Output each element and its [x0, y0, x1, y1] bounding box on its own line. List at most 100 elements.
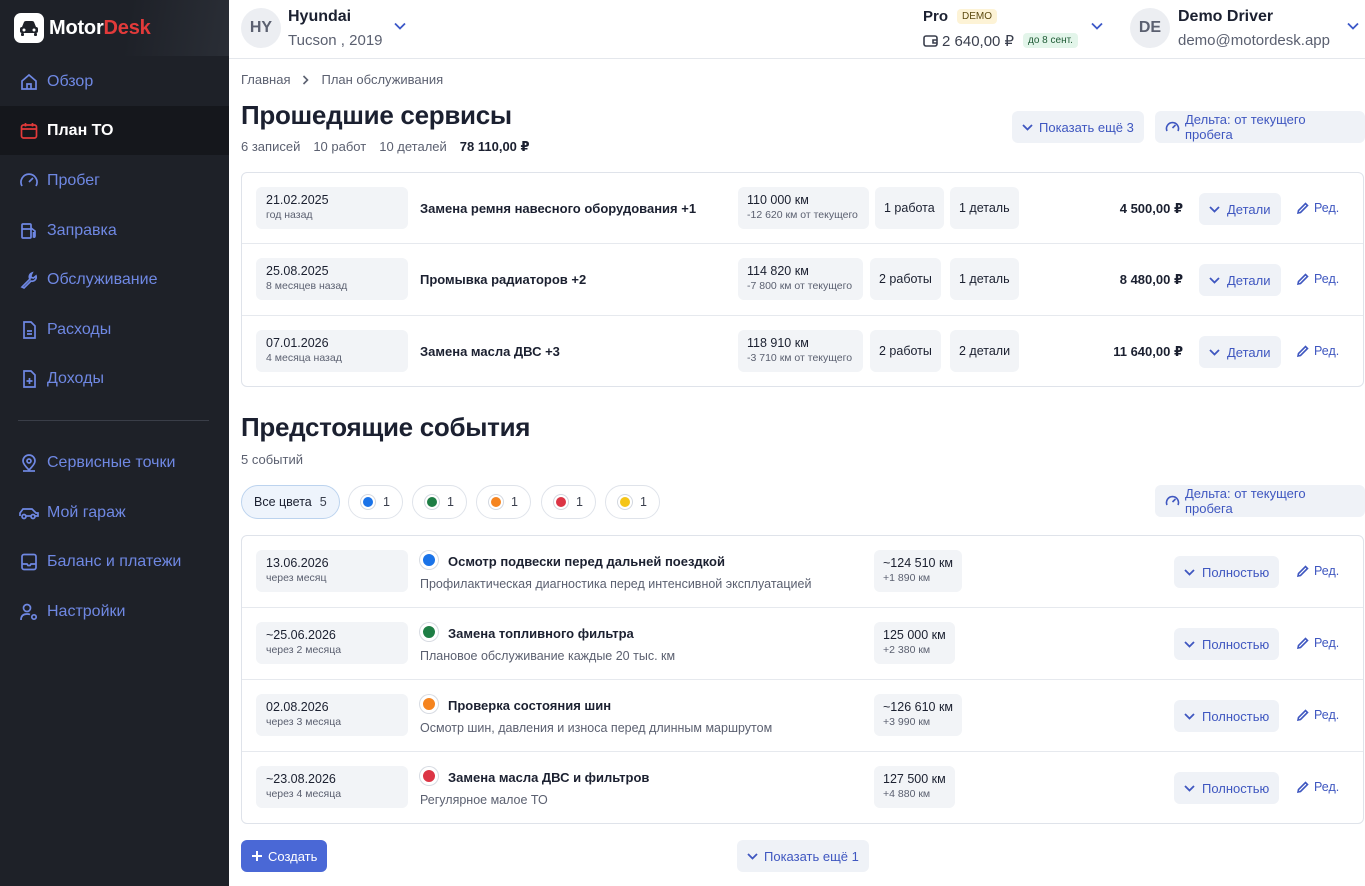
delta-mode-button[interactable]: Дельта: от текущего пробега	[1155, 485, 1365, 517]
filter-color-orange[interactable]: 1	[476, 485, 531, 519]
calendar-icon	[18, 120, 40, 142]
service-title: Замена ремня навесного оборудования +1	[420, 201, 697, 216]
edit-button[interactable]: Ред.	[1296, 780, 1339, 794]
pencil-icon	[1296, 201, 1310, 215]
fuel-icon	[18, 220, 40, 242]
sidebar-item-label: Расходы	[47, 320, 112, 338]
event-mileage: 125 000 км +2 380 км	[874, 622, 955, 664]
breadcrumb-home[interactable]: Главная	[241, 72, 290, 87]
parts-pill: 1 деталь	[950, 258, 1019, 300]
sidebar-item-settings[interactable]: Настройки	[0, 587, 229, 636]
table-row[interactable]: 21.02.2025 год назад Замена ремня навесн…	[242, 173, 1363, 244]
balance-amount: 2 640,00 ₽	[942, 33, 1015, 50]
parts-pill: 1 деталь	[950, 187, 1019, 229]
expand-button[interactable]: Полностью	[1174, 556, 1280, 588]
sidebar-item-overview[interactable]: Обзор	[0, 57, 229, 106]
details-button[interactable]: Детали	[1199, 336, 1281, 368]
filter-color-yellow[interactable]: 1	[605, 485, 660, 519]
list-item[interactable]: 02.08.2026 через 3 месяца Проверка состо…	[242, 680, 1363, 752]
event-description: Осмотр шин, давления и износа перед длин…	[420, 721, 773, 735]
edit-button[interactable]: Ред.	[1296, 272, 1339, 286]
edit-button[interactable]: Ред.	[1296, 564, 1339, 578]
sidebar-item-service-points[interactable]: Сервисные точки	[0, 438, 229, 487]
delta-mode-button[interactable]: Дельта: от текущего пробега	[1155, 111, 1365, 143]
upcoming-events-list: 13.06.2026 через месяц Осмотр подвески п…	[241, 535, 1364, 824]
edit-button[interactable]: Ред.	[1296, 708, 1339, 722]
plus-icon	[251, 850, 263, 862]
home-icon	[18, 71, 40, 93]
filter-color-green[interactable]: 1	[412, 485, 467, 519]
color-dot	[489, 495, 503, 509]
sidebar-item-garage[interactable]: Мой гараж	[0, 488, 229, 537]
past-services-stats: 6 записей 10 работ 10 деталей 78 110,00 …	[241, 139, 530, 155]
event-color-dot	[420, 623, 438, 641]
works-pill: 1 работа	[875, 187, 944, 229]
pencil-icon	[1296, 636, 1310, 650]
chevron-down-icon	[1022, 123, 1033, 131]
sidebar-item-income[interactable]: Доходы	[0, 354, 229, 403]
edit-button[interactable]: Ред.	[1296, 636, 1339, 650]
event-date: ~25.06.2026 через 2 месяца	[256, 622, 408, 664]
event-mileage: ~124 510 км +1 890 км	[874, 550, 963, 592]
sidebar-item-expenses[interactable]: Расходы	[0, 305, 229, 354]
sidebar-item-balance[interactable]: Баланс и платежи	[0, 537, 229, 586]
show-more-past-button[interactable]: Показать ещё 3	[1012, 111, 1144, 143]
list-item[interactable]: ~25.06.2026 через 2 месяца Замена топлив…	[242, 608, 1363, 680]
sidebar-divider	[18, 420, 209, 421]
service-mileage: 118 910 км -3 710 км от текущего	[738, 330, 863, 372]
user-name: Demo Driver	[1178, 8, 1274, 25]
chevron-down-icon	[1184, 640, 1195, 648]
pencil-icon	[1296, 564, 1310, 578]
sidebar-item-label: План ТО	[47, 121, 114, 139]
color-dot	[425, 495, 439, 509]
event-mileage: 127 500 км +4 880 км	[874, 766, 955, 808]
gauge-icon	[1165, 494, 1180, 508]
expand-button[interactable]: Полностью	[1174, 700, 1280, 732]
edit-button[interactable]: Ред.	[1296, 201, 1339, 215]
works-count: 10 работ	[313, 139, 367, 154]
list-item[interactable]: ~23.08.2026 через 4 месяца Замена масла …	[242, 752, 1363, 824]
list-item[interactable]: 13.06.2026 через месяц Осмотр подвески п…	[242, 536, 1363, 608]
sidebar: MotorDesk Обзор План ТО Пробег Заправка …	[0, 0, 229, 886]
expand-button[interactable]: Полностью	[1174, 772, 1280, 804]
gauge-icon	[1165, 120, 1180, 134]
sidebar-item-label: Настройки	[47, 602, 126, 620]
service-mileage: 114 820 км -7 800 км от текущего	[738, 258, 863, 300]
chevron-down-icon[interactable]	[1091, 22, 1103, 30]
filter-all-colors[interactable]: Все цвета 5	[241, 485, 340, 519]
details-button[interactable]: Детали	[1199, 193, 1281, 225]
chevron-down-icon[interactable]	[1347, 22, 1359, 30]
wrench-icon	[18, 269, 40, 291]
service-price: 4 500,00 ₽	[1119, 201, 1183, 216]
edit-button[interactable]: Ред.	[1296, 344, 1339, 358]
table-row[interactable]: 25.08.2025 8 месяцев назад Промывка ради…	[242, 244, 1363, 316]
upcoming-events-title: Предстоящие события	[241, 412, 531, 442]
records-count: 6 записей	[241, 139, 301, 154]
top-bar: HY Hyundai Tucson , 2019 Pro DEMO 2 640,…	[229, 0, 1365, 59]
car-model: Tucson , 2019	[288, 32, 383, 49]
chevron-down-icon	[1209, 276, 1220, 284]
plan-expiry-badge: до 8 сент.	[1023, 33, 1078, 48]
table-row[interactable]: 07.01.2026 4 месяца назад Замена масла Д…	[242, 316, 1363, 387]
sidebar-item-maintenance-plan[interactable]: План ТО	[0, 106, 229, 155]
chevron-down-icon	[1184, 568, 1195, 576]
brand-logo[interactable]: MotorDesk	[0, 0, 229, 56]
event-description: Плановое обслуживание каждые 20 тыс. км	[420, 649, 676, 663]
car-icon	[18, 502, 40, 524]
sidebar-item-label: Заправка	[47, 221, 117, 239]
filter-color-red[interactable]: 1	[541, 485, 596, 519]
sidebar-item-label: Баланс и платежи	[47, 552, 182, 570]
sidebar-item-label: Мой гараж	[47, 503, 126, 521]
sidebar-item-mileage[interactable]: Пробег	[0, 156, 229, 205]
breadcrumb-current: План обслуживания	[321, 72, 444, 87]
sidebar-item-fuel[interactable]: Заправка	[0, 206, 229, 255]
filter-color-blue[interactable]: 1	[348, 485, 403, 519]
expand-button[interactable]: Полностью	[1174, 628, 1280, 660]
details-button[interactable]: Детали	[1199, 264, 1281, 296]
event-color-dot	[420, 767, 438, 785]
past-services-list: 21.02.2025 год назад Замена ремня навесн…	[241, 172, 1364, 387]
sidebar-item-service[interactable]: Обслуживание	[0, 255, 229, 304]
create-event-button[interactable]: Создать	[241, 840, 328, 872]
chevron-down-icon[interactable]	[394, 22, 406, 30]
show-more-upcoming-button[interactable]: Показать ещё 1	[737, 840, 869, 872]
